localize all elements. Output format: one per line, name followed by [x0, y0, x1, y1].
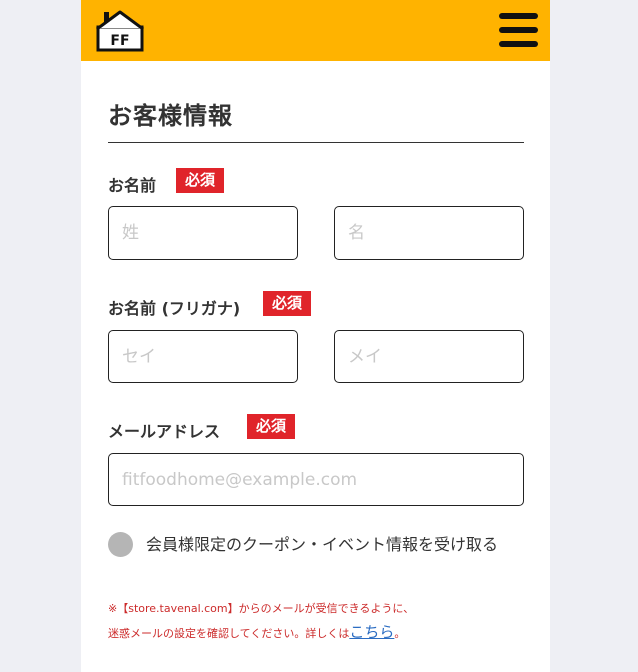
name-label: お名前	[108, 176, 157, 195]
opt-in-label[interactable]: 会員様限定のクーポン・イベント情報を受け取る	[146, 532, 526, 557]
hamburger-menu-icon[interactable]	[499, 13, 538, 47]
email-label: メールアドレス	[108, 422, 221, 441]
email-notice-line1: ※【store.tavenal.com】からのメールが受信できるように、	[108, 602, 415, 615]
house-logo-icon[interactable]: FF	[93, 8, 147, 52]
email-input[interactable]	[108, 453, 524, 506]
required-badge: 必須	[247, 414, 296, 439]
required-badge: 必須	[176, 168, 225, 193]
email-notice-text: 迷惑メールの設定を確認してください。詳しくは	[108, 627, 350, 640]
logo-text: FF	[110, 33, 129, 49]
last-name-kana-input[interactable]	[108, 330, 298, 383]
title-divider	[108, 142, 524, 143]
details-link[interactable]: こちら	[349, 623, 394, 641]
site-header: FF	[81, 0, 550, 61]
opt-in-checkbox[interactable]	[108, 532, 133, 557]
last-name-input[interactable]	[108, 206, 298, 260]
required-badge: 必須	[263, 291, 312, 316]
mobile-page: FF お客様情報 お名前 必須 お名前 (フリガナ) 必須 メールアドレス 必須…	[81, 0, 550, 672]
first-name-kana-input[interactable]	[334, 330, 524, 383]
email-notice-suffix: 。	[394, 627, 406, 640]
email-notice-line2: 迷惑メールの設定を確認してください。詳しくはこちら。	[108, 621, 405, 642]
kana-name-label: お名前 (フリガナ)	[108, 299, 241, 318]
first-name-input[interactable]	[334, 206, 524, 260]
page-title: お客様情報	[108, 102, 233, 130]
